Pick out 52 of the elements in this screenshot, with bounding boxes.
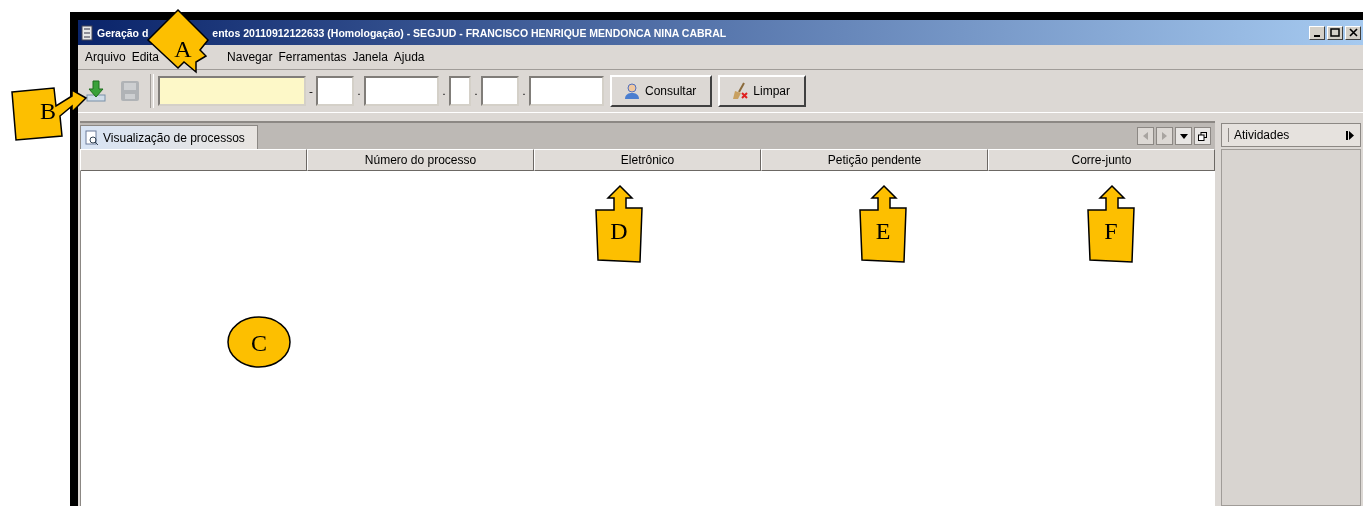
maximize-button[interactable] [1327,25,1343,40]
app-icon [80,24,94,41]
caret-icon [1179,133,1188,139]
restore-icon [1198,131,1207,141]
close-icon [1348,28,1358,37]
scroll-left-button[interactable] [1137,127,1154,145]
document-search-icon [85,129,99,146]
menu-item[interactable]: Ferramentas [275,50,350,64]
restore-button[interactable] [1194,127,1211,145]
menu-item[interactable]: Navegar [224,50,276,64]
callout: F [1084,184,1138,264]
window-title: entos 20110912122633 (Homologação) - SEGJUD - FRANCISCO HENRIQUE MENDONCA NINA CABRAL [212,26,727,39]
download-icon [85,79,107,103]
separator-text: - [308,84,314,98]
right-arrow-icon [1161,132,1168,140]
input-field[interactable] [158,76,306,106]
user-icon [624,82,642,100]
menu-item[interactable]: Janela [349,50,391,64]
callout: B [8,86,88,142]
callout: E [856,184,910,264]
clear-button[interactable]: Limpar [718,75,807,107]
maximize-icon [1330,28,1340,37]
callout: C [226,314,292,370]
menu-item[interactable]: Arquivo [82,50,129,64]
column-header[interactable]: Petição pendente [761,149,988,171]
tab[interactable]: Visualização de processos [80,125,258,149]
broom-icon [732,82,751,100]
separator-text: . [521,84,527,98]
input-field[interactable] [316,76,354,106]
column-header[interactable]: Eletrônico [534,149,761,171]
left-arrow-icon [1142,132,1149,140]
search-button[interactable]: Consultar [610,75,713,107]
separator-text: . [441,84,447,98]
minimize-button[interactable] [1309,25,1325,40]
close-button[interactable] [1345,25,1361,40]
input-field[interactable] [449,76,471,106]
collapse-icon[interactable] [1346,130,1354,140]
minimize-icon [1313,34,1321,37]
input-field[interactable] [364,76,439,106]
input-field[interactable] [481,76,519,106]
menu-item[interactable]: Ajuda [390,50,428,64]
separator-text: . [356,84,362,98]
panel-title: Atividades [1228,128,1290,142]
column-header[interactable]: Número do processo [307,149,534,171]
callout: D [592,184,646,264]
window-title: Geração d [97,26,149,39]
dropdown-button[interactable] [1175,127,1192,145]
input-field[interactable] [529,76,604,106]
column-header[interactable]: Corre-junto [988,149,1215,171]
separator-text: . [473,84,479,98]
menu-item[interactable]: Edita [128,50,163,64]
column-header[interactable] [80,149,307,171]
